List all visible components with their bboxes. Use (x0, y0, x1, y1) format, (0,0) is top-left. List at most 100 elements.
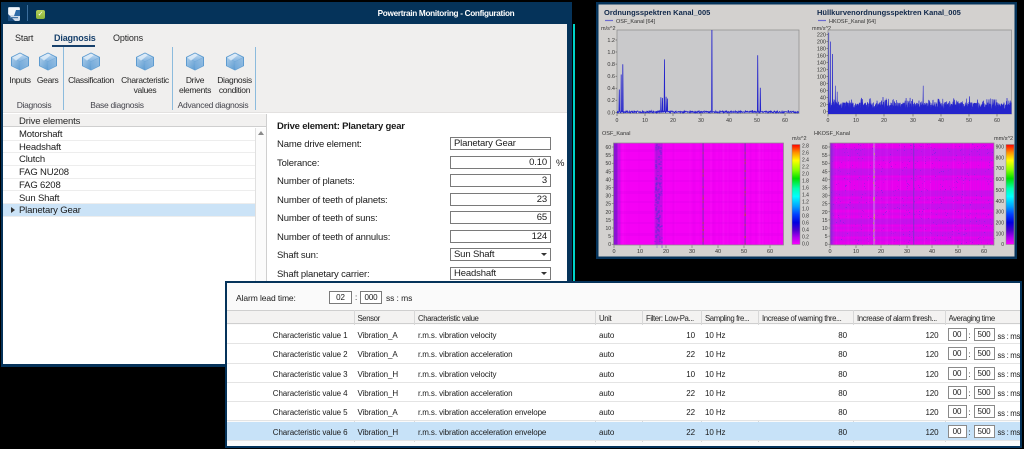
svg-text:0.6: 0.6 (802, 221, 809, 227)
svg-text:40: 40 (726, 118, 732, 124)
svg-text:5: 5 (608, 234, 611, 240)
svg-text:20: 20 (670, 118, 676, 124)
svg-text:80: 80 (820, 81, 826, 87)
svg-text:1.6: 1.6 (802, 186, 809, 192)
svg-text:60: 60 (981, 249, 987, 255)
svg-text:40: 40 (820, 95, 826, 101)
svg-text:0.0: 0.0 (802, 242, 809, 248)
svg-text:35: 35 (822, 186, 828, 192)
svg-text:50: 50 (741, 249, 747, 255)
svg-text:0.2: 0.2 (607, 98, 615, 104)
svg-text:2.2: 2.2 (802, 165, 809, 171)
svg-text:60: 60 (994, 118, 1000, 124)
svg-text:1.8: 1.8 (802, 179, 809, 185)
svg-text:0.2: 0.2 (802, 235, 809, 241)
svg-text:35: 35 (605, 186, 611, 192)
svg-text:30: 30 (689, 249, 695, 255)
svg-text:220: 220 (817, 33, 826, 39)
svg-text:40: 40 (938, 118, 944, 124)
svg-text:0: 0 (608, 242, 611, 248)
svg-text:0: 0 (616, 118, 619, 124)
svg-text:Ordnungsspektren Kanal_005: Ordnungsspektren Kanal_005 (604, 8, 710, 17)
svg-text:200: 200 (817, 40, 826, 46)
svg-text:30: 30 (698, 118, 704, 124)
svg-text:m/s^2: m/s^2 (792, 136, 807, 142)
svg-text:50: 50 (822, 161, 828, 167)
svg-text:20: 20 (822, 210, 828, 216)
svg-text:2.6: 2.6 (802, 151, 809, 157)
svg-text:OSF_Kanal [64]: OSF_Kanal [64] (616, 19, 656, 25)
svg-text:50: 50 (966, 118, 972, 124)
svg-text:300: 300 (996, 210, 1005, 216)
svg-text:160: 160 (817, 53, 826, 59)
svg-text:60: 60 (822, 145, 828, 151)
svg-text:60: 60 (767, 249, 773, 255)
svg-text:60: 60 (782, 118, 788, 124)
svg-text:55: 55 (822, 153, 828, 159)
svg-text:180: 180 (817, 47, 826, 53)
svg-text:30: 30 (904, 249, 910, 255)
svg-text:20: 20 (605, 210, 611, 216)
svg-text:20: 20 (663, 249, 669, 255)
svg-text:200: 200 (996, 220, 1005, 226)
svg-text:10: 10 (642, 118, 648, 124)
svg-text:120: 120 (817, 67, 826, 73)
svg-text:1.4: 1.4 (802, 193, 809, 199)
svg-text:100: 100 (817, 74, 826, 80)
svg-text:50: 50 (955, 249, 961, 255)
svg-text:25: 25 (822, 202, 828, 208)
svg-text:800: 800 (996, 155, 1005, 161)
svg-text:15: 15 (605, 218, 611, 224)
svg-text:40: 40 (822, 177, 828, 183)
svg-text:0.8: 0.8 (802, 214, 809, 220)
svg-text:m/s^2: m/s^2 (601, 26, 616, 32)
svg-text:60: 60 (605, 145, 611, 151)
svg-text:Hüllkurvenordnungsspektren Kan: Hüllkurvenordnungsspektren Kanal_005 (817, 8, 961, 17)
svg-text:0.6: 0.6 (607, 74, 615, 80)
svg-text:45: 45 (822, 169, 828, 175)
svg-text:10: 10 (853, 118, 859, 124)
svg-text:1.2: 1.2 (607, 38, 615, 44)
svg-text:HKOSF_Kanal [64]: HKOSF_Kanal [64] (829, 19, 876, 25)
svg-text:10: 10 (637, 249, 643, 255)
svg-text:10: 10 (822, 226, 828, 232)
svg-text:100: 100 (996, 231, 1005, 237)
svg-text:400: 400 (996, 199, 1005, 205)
svg-text:0.4: 0.4 (802, 228, 809, 234)
svg-text:600: 600 (996, 177, 1005, 183)
svg-text:50: 50 (605, 161, 611, 167)
svg-text:0: 0 (1001, 242, 1004, 248)
svg-text:40: 40 (929, 249, 935, 255)
svg-text:OSF_Kanal: OSF_Kanal (602, 131, 630, 137)
svg-text:140: 140 (817, 60, 826, 66)
svg-text:45: 45 (605, 169, 611, 175)
svg-text:10: 10 (853, 249, 859, 255)
svg-text:HKOSF_Kanal: HKOSF_Kanal (814, 131, 850, 137)
svg-text:30: 30 (605, 194, 611, 200)
svg-text:30: 30 (910, 118, 916, 124)
svg-text:2.4: 2.4 (802, 158, 809, 164)
svg-text:0: 0 (825, 242, 828, 248)
svg-text:55: 55 (605, 153, 611, 159)
svg-text:0.0: 0.0 (607, 110, 615, 116)
svg-text:60: 60 (820, 88, 826, 94)
svg-text:0: 0 (828, 249, 831, 255)
svg-text:900: 900 (996, 145, 1005, 151)
svg-text:30: 30 (822, 194, 828, 200)
svg-text:1.2: 1.2 (802, 200, 809, 206)
svg-text:40: 40 (715, 249, 721, 255)
svg-text:40: 40 (605, 177, 611, 183)
svg-text:mm/s^2: mm/s^2 (994, 136, 1013, 142)
svg-text:1.0: 1.0 (607, 50, 615, 56)
svg-text:500: 500 (996, 188, 1005, 194)
svg-text:0: 0 (823, 109, 826, 115)
svg-text:2.8: 2.8 (802, 144, 809, 150)
svg-text:10: 10 (605, 226, 611, 232)
svg-text:20: 20 (881, 118, 887, 124)
svg-text:50: 50 (754, 118, 760, 124)
svg-text:20: 20 (878, 249, 884, 255)
svg-text:2.0: 2.0 (802, 172, 809, 178)
svg-text:25: 25 (605, 202, 611, 208)
svg-text:0.8: 0.8 (607, 62, 615, 68)
svg-text:1.0: 1.0 (802, 207, 809, 213)
